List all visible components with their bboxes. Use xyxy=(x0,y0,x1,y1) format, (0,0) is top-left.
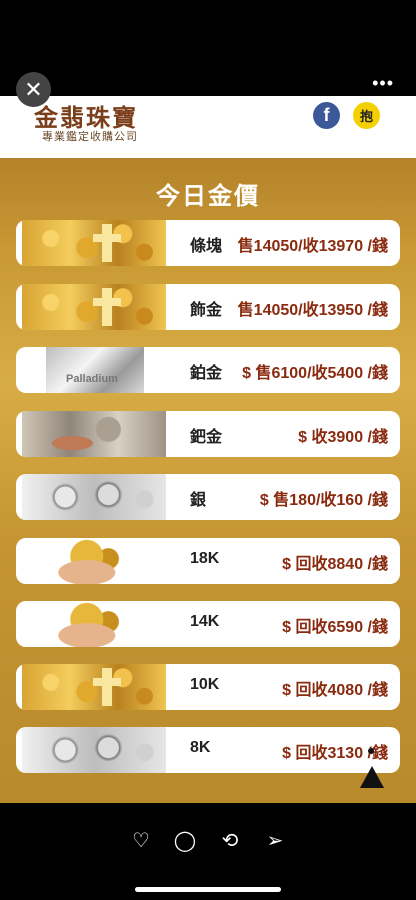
row-price: $ 收3900 /錢 xyxy=(298,429,388,446)
price-row-bar: 條塊 售14050/收13970 /錢 xyxy=(16,220,400,266)
store-header: 金翡珠寶 專業鑑定收購公司 f 抱 xyxy=(0,96,416,158)
more-options-button[interactable]: ••• xyxy=(372,74,394,92)
repost-icon: ⟲ xyxy=(221,829,239,852)
gold-bar-image xyxy=(22,220,166,266)
row-price: 售14050/收13950 /錢 xyxy=(237,302,388,319)
row-label: 14K xyxy=(190,613,220,630)
silver-image xyxy=(22,474,166,520)
row-label: 鈀金 xyxy=(190,429,223,446)
comment-button[interactable]: ◯ xyxy=(172,827,198,853)
row-price: 售14050/收13970 /錢 xyxy=(237,238,388,255)
line-logo-icon: 抱 xyxy=(353,102,380,129)
more-icon: ••• xyxy=(372,73,394,93)
repost-button[interactable]: ⟲ xyxy=(217,827,243,853)
gold-hands-image xyxy=(22,538,166,584)
silver-chain-image xyxy=(22,727,166,773)
row-label: 18K xyxy=(190,550,220,567)
price-row-8k: 8K $ 回收3130 /錢 xyxy=(16,727,400,773)
share-button[interactable]: ➢ xyxy=(262,827,288,853)
post-action-bar: ♡ ◯ ⟲ ➢ xyxy=(0,803,416,900)
price-row-silver: 銀 $ 售180/收160 /錢 xyxy=(16,474,400,520)
row-label: 鉑金 xyxy=(190,365,223,382)
row-label: 飾金 xyxy=(190,302,223,319)
row-price: $ 售6100/收5400 /錢 xyxy=(242,365,388,382)
gold-hands-image xyxy=(22,601,166,647)
row-price: $ 回收6590 /錢 xyxy=(282,619,388,636)
platinum-image-text: Palladium xyxy=(66,373,118,385)
facebook-icon: f xyxy=(313,102,340,129)
palladium-image xyxy=(22,411,166,457)
board-title: 今日金價 xyxy=(156,183,260,210)
price-row-10k: 10K $ 回收4080 /錢 xyxy=(16,664,400,710)
gold-cross-image xyxy=(22,664,166,710)
row-label: 條塊 xyxy=(190,238,223,255)
scroll-dot-icon xyxy=(368,748,374,754)
row-label: 10K xyxy=(190,676,220,693)
price-row-palladium: 鈀金 $ 收3900 /錢 xyxy=(16,411,400,457)
heart-icon: ♡ xyxy=(132,829,150,852)
platinum-image: Palladium xyxy=(46,347,144,393)
price-row-jewelry-gold: 飾金 售14050/收13950 /錢 xyxy=(16,284,400,330)
close-button[interactable]: ✕ xyxy=(16,72,51,107)
price-row-14k: 14K $ 回收6590 /錢 xyxy=(16,601,400,647)
gold-price-board: 今日金價 條塊 售14050/收13970 /錢 飾金 售14050/收1395… xyxy=(0,158,416,803)
gold-jewelry-image xyxy=(22,284,166,330)
price-row-platinum: Palladium 鉑金 $ 售6100/收5400 /錢 xyxy=(16,347,400,393)
scroll-to-top-icon[interactable] xyxy=(360,766,384,788)
home-indicator[interactable] xyxy=(135,887,281,892)
comment-icon: ◯ xyxy=(173,829,197,852)
send-icon: ➢ xyxy=(266,829,284,852)
close-icon: ✕ xyxy=(24,76,43,102)
row-label: 8K xyxy=(190,739,211,756)
price-row-18k: 18K $ 回收8840 /錢 xyxy=(16,538,400,584)
row-price: $ 回收8840 /錢 xyxy=(282,556,388,573)
row-label: 銀 xyxy=(190,492,207,509)
row-price: $ 回收4080 /錢 xyxy=(282,682,388,699)
row-price: $ 售180/收160 /錢 xyxy=(259,492,388,509)
like-button[interactable]: ♡ xyxy=(128,827,154,853)
brand-tagline: 專業鑑定收購公司 xyxy=(42,131,138,143)
